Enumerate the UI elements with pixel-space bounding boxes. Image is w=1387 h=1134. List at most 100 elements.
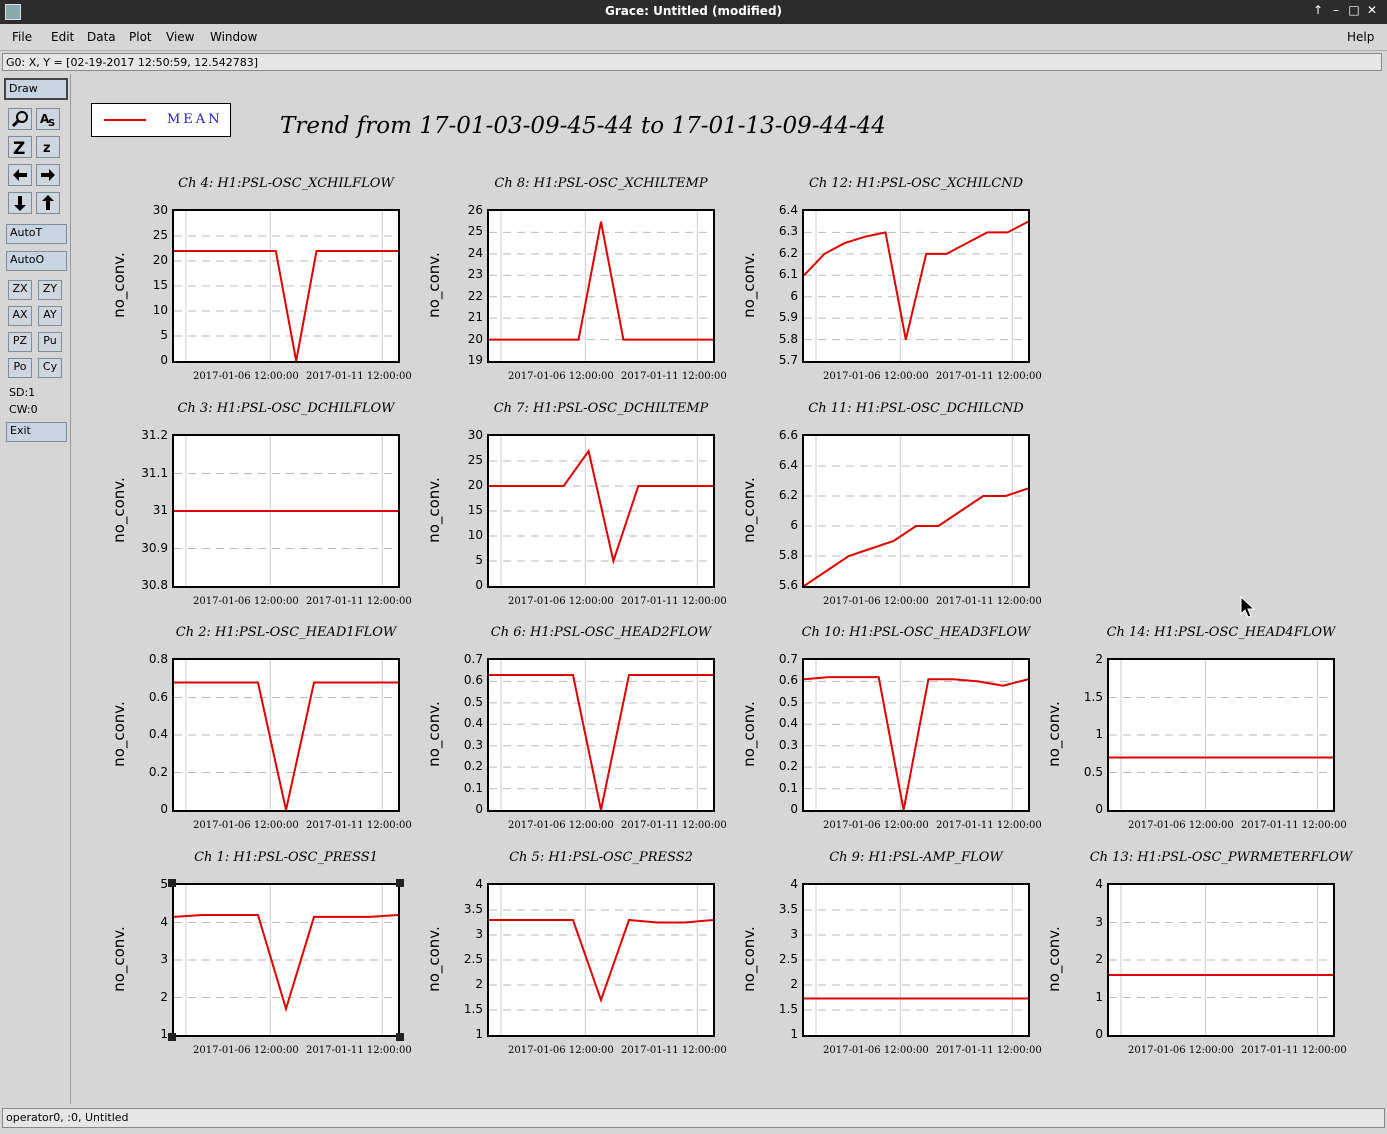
menu-edit[interactable]: Edit (51, 30, 74, 44)
y-tick-label: 0.3 (463, 737, 483, 752)
scroll-down-button[interactable] (8, 192, 32, 214)
chart-title-ch-5: Ch 5: H1:PSL-OSC_PRESS2 (509, 850, 693, 865)
y-tick-label: 4 (1095, 877, 1103, 891)
y-tick-label: 25 (152, 228, 168, 242)
series-line-mean (489, 674, 713, 810)
y-axis-label: no_conv. (740, 477, 758, 543)
chart-frame-ch-3[interactable] (172, 434, 400, 588)
zoom-tool-button[interactable] (8, 108, 32, 130)
chart-frame-ch-6[interactable] (487, 658, 715, 812)
chart-frame-ch-11[interactable] (802, 434, 1030, 588)
series-line-mean (804, 220, 1028, 340)
close-button[interactable]: ✕ (1364, 3, 1380, 17)
minimize-button[interactable]: – (1328, 3, 1344, 17)
selection-handle[interactable] (168, 879, 176, 887)
pz-button[interactable]: PZ (8, 332, 32, 352)
y-tick-label: 15 (467, 503, 483, 517)
text-tool-button[interactable]: AS (36, 108, 60, 130)
menu-window[interactable]: Window (210, 30, 257, 44)
chart-frame-ch-12[interactable] (802, 209, 1030, 363)
y-tick-label: 0.6 (148, 689, 168, 704)
menu-data[interactable]: Data (87, 30, 116, 44)
chart-frame-ch-10[interactable] (802, 658, 1030, 812)
pu-button[interactable]: Pu (38, 332, 62, 352)
zx-button[interactable]: ZX (8, 280, 32, 300)
zy-button[interactable]: ZY (38, 280, 62, 300)
menu-plot[interactable]: Plot (129, 30, 152, 44)
x-tick-label: 2017-01-11 12:00:00 (306, 371, 412, 382)
y-tick-label: 6 (790, 288, 798, 303)
scroll-right-button[interactable] (36, 164, 60, 186)
y-tick-label: 0 (160, 802, 168, 816)
set-depth-label: SD:1 (9, 386, 36, 399)
y-tick-label: 1 (475, 1027, 483, 1041)
x-tick-label: 2017-01-06 12:00:00 (193, 1045, 299, 1056)
y-tick-label: 5.6 (778, 578, 798, 592)
y-axis-label: no_conv. (740, 701, 758, 767)
y-tick-label: 19 (467, 353, 483, 367)
arrow-up-icon (42, 195, 54, 210)
y-axis-label: no_conv. (1045, 701, 1063, 767)
selection-handle[interactable] (168, 1033, 176, 1041)
ay-button[interactable]: AY (38, 306, 62, 326)
y-tick-label: 3 (160, 952, 168, 966)
menu-help[interactable]: Help (1347, 30, 1374, 44)
po-button[interactable]: Po (8, 358, 32, 378)
ax-button[interactable]: AX (8, 306, 32, 326)
chart-frame-ch-8[interactable] (487, 209, 715, 363)
y-tick-label: 1 (1095, 989, 1103, 1004)
autoo-button[interactable]: AutoO (6, 251, 67, 271)
y-tick-label: 0.4 (778, 716, 798, 731)
menu-view[interactable]: View (166, 30, 194, 44)
cy-button[interactable]: Cy (38, 358, 62, 378)
zoom-z-button[interactable]: z (36, 136, 60, 158)
exit-button[interactable]: Exit (6, 422, 67, 442)
y-tick-label: 0 (790, 802, 798, 816)
y-tick-label: 0.8 (148, 652, 168, 666)
legend-label: MEAN (167, 112, 223, 127)
y-axis-label: no_conv. (425, 701, 443, 767)
y-tick-label: 6.4 (778, 203, 798, 217)
scroll-up-button[interactable] (36, 192, 60, 214)
x-tick-label: 2017-01-06 12:00:00 (1128, 820, 1234, 831)
x-tick-label: 2017-01-06 12:00:00 (508, 371, 614, 382)
maximize-button[interactable]: □ (1346, 3, 1362, 17)
chart-plot-ch-2 (174, 660, 398, 810)
x-tick-label: 2017-01-06 12:00:00 (823, 596, 929, 607)
y-tick-label: 20 (152, 253, 168, 267)
chart-frame-ch-2[interactable] (172, 658, 400, 812)
z-small-icon: z (43, 141, 51, 156)
y-tick-label: 6.6 (778, 428, 798, 442)
autoscale-z-button[interactable]: Z (8, 136, 32, 159)
x-tick-label: 2017-01-11 12:00:00 (621, 371, 727, 382)
chart-frame-ch-1[interactable] (172, 883, 400, 1037)
chart-frame-ch-5[interactable] (487, 883, 715, 1037)
chart-frame-ch-4[interactable] (172, 209, 400, 363)
chart-frame-ch-9[interactable] (802, 883, 1030, 1037)
x-tick-label: 2017-01-11 12:00:00 (621, 596, 727, 607)
chart-frame-ch-7[interactable] (487, 434, 715, 588)
selection-handle[interactable] (396, 1033, 404, 1041)
y-tick-label: 5.8 (778, 548, 798, 562)
selection-handle[interactable] (396, 879, 404, 887)
x-tick-label: 2017-01-06 12:00:00 (823, 1045, 929, 1056)
draw-button[interactable]: Draw (4, 78, 68, 100)
y-tick-label: 30 (467, 428, 483, 442)
autot-button[interactable]: AutoT (6, 224, 67, 244)
y-tick-label: 3 (475, 927, 483, 941)
y-tick-label: 2.5 (778, 952, 798, 966)
x-tick-label: 2017-01-11 12:00:00 (1241, 1045, 1347, 1056)
chart-plot-ch-8 (489, 211, 713, 361)
x-tick-label: 2017-01-11 12:00:00 (621, 820, 727, 831)
chart-plot-ch-9 (804, 885, 1028, 1035)
raise-window-button[interactable]: ↑ (1310, 3, 1326, 17)
chart-frame-ch-14[interactable] (1107, 658, 1335, 812)
y-tick-label: 20 (467, 478, 483, 492)
scroll-left-button[interactable] (8, 164, 32, 186)
menu-file[interactable]: File (12, 30, 32, 44)
chart-plot-ch-7 (489, 436, 713, 586)
y-tick-label: 0.7 (778, 652, 798, 666)
svg-text:S: S (48, 118, 55, 129)
y-tick-label: 1 (1095, 727, 1103, 741)
chart-frame-ch-13[interactable] (1107, 883, 1335, 1037)
